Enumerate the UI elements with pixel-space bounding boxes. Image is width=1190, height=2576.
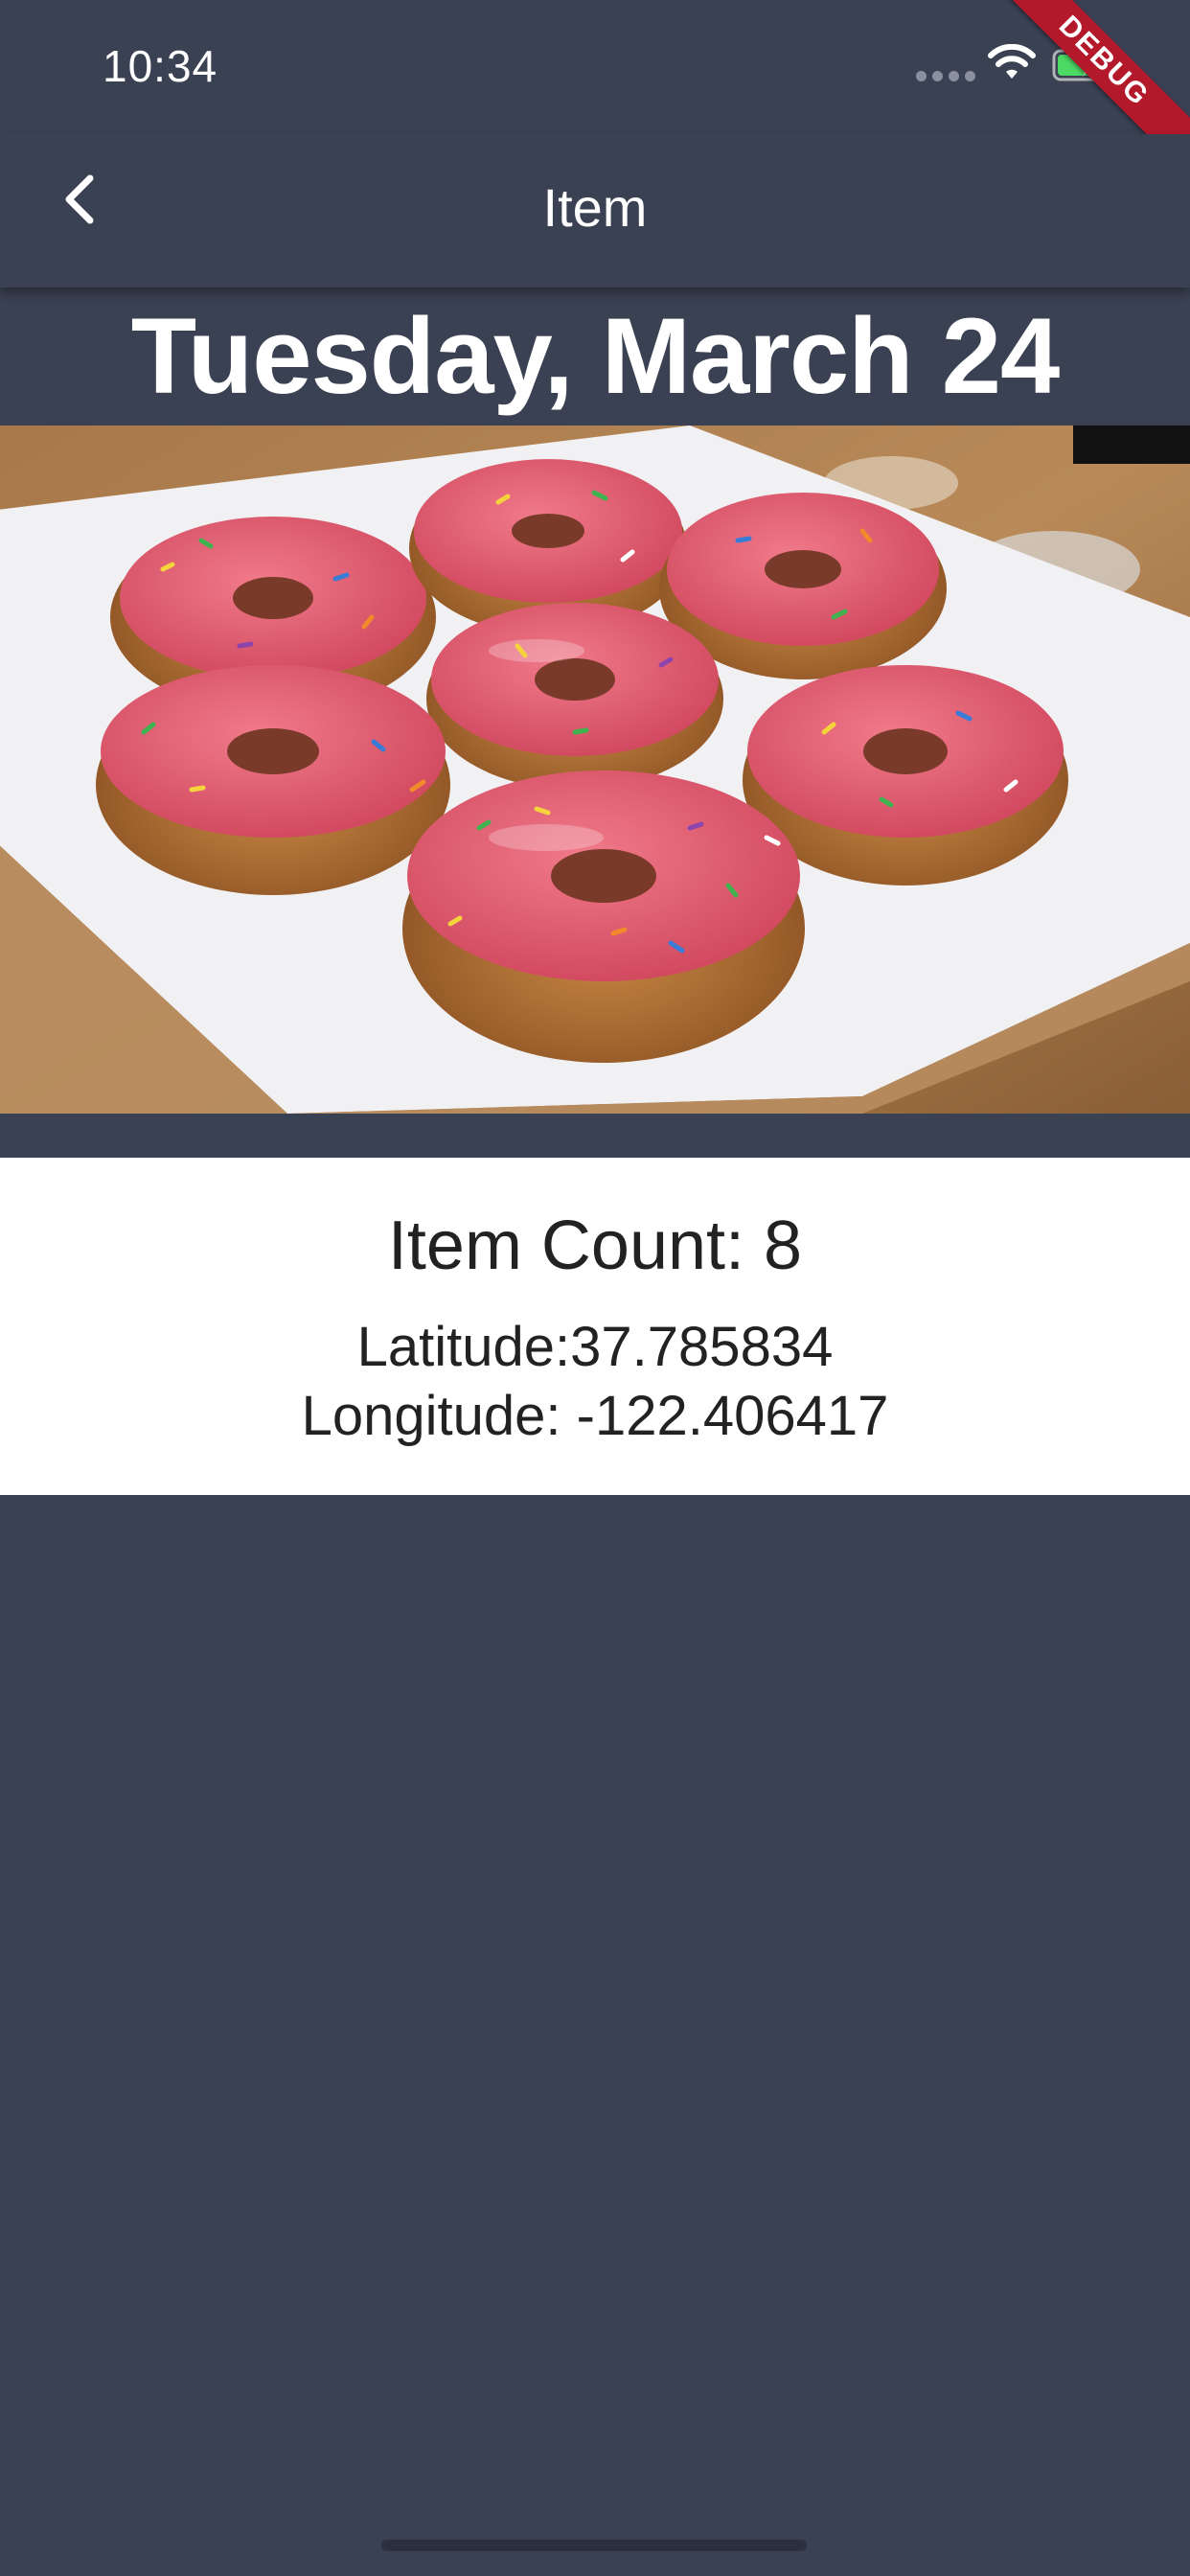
longitude-value: Longitude: -122.406417 [301, 1385, 889, 1447]
donut-photo [0, 426, 1190, 1114]
info-card: Item Count: 8 Latitude:37.785834 Longitu… [0, 1158, 1190, 1495]
item-count: Item Count: 8 [387, 1208, 803, 1284]
page-title: Item [542, 177, 648, 238]
status-bar: 10:34 [0, 0, 1190, 134]
date-heading: Tuesday, March 24 [130, 296, 1061, 416]
cellular-signal-icon [916, 71, 975, 81]
wifi-icon [988, 44, 1036, 79]
home-indicator[interactable] [381, 2540, 807, 2551]
status-time: 10:34 [103, 41, 218, 91]
latitude-value: Latitude:37.785834 [356, 1316, 834, 1378]
app-bar: Item [0, 134, 1190, 288]
